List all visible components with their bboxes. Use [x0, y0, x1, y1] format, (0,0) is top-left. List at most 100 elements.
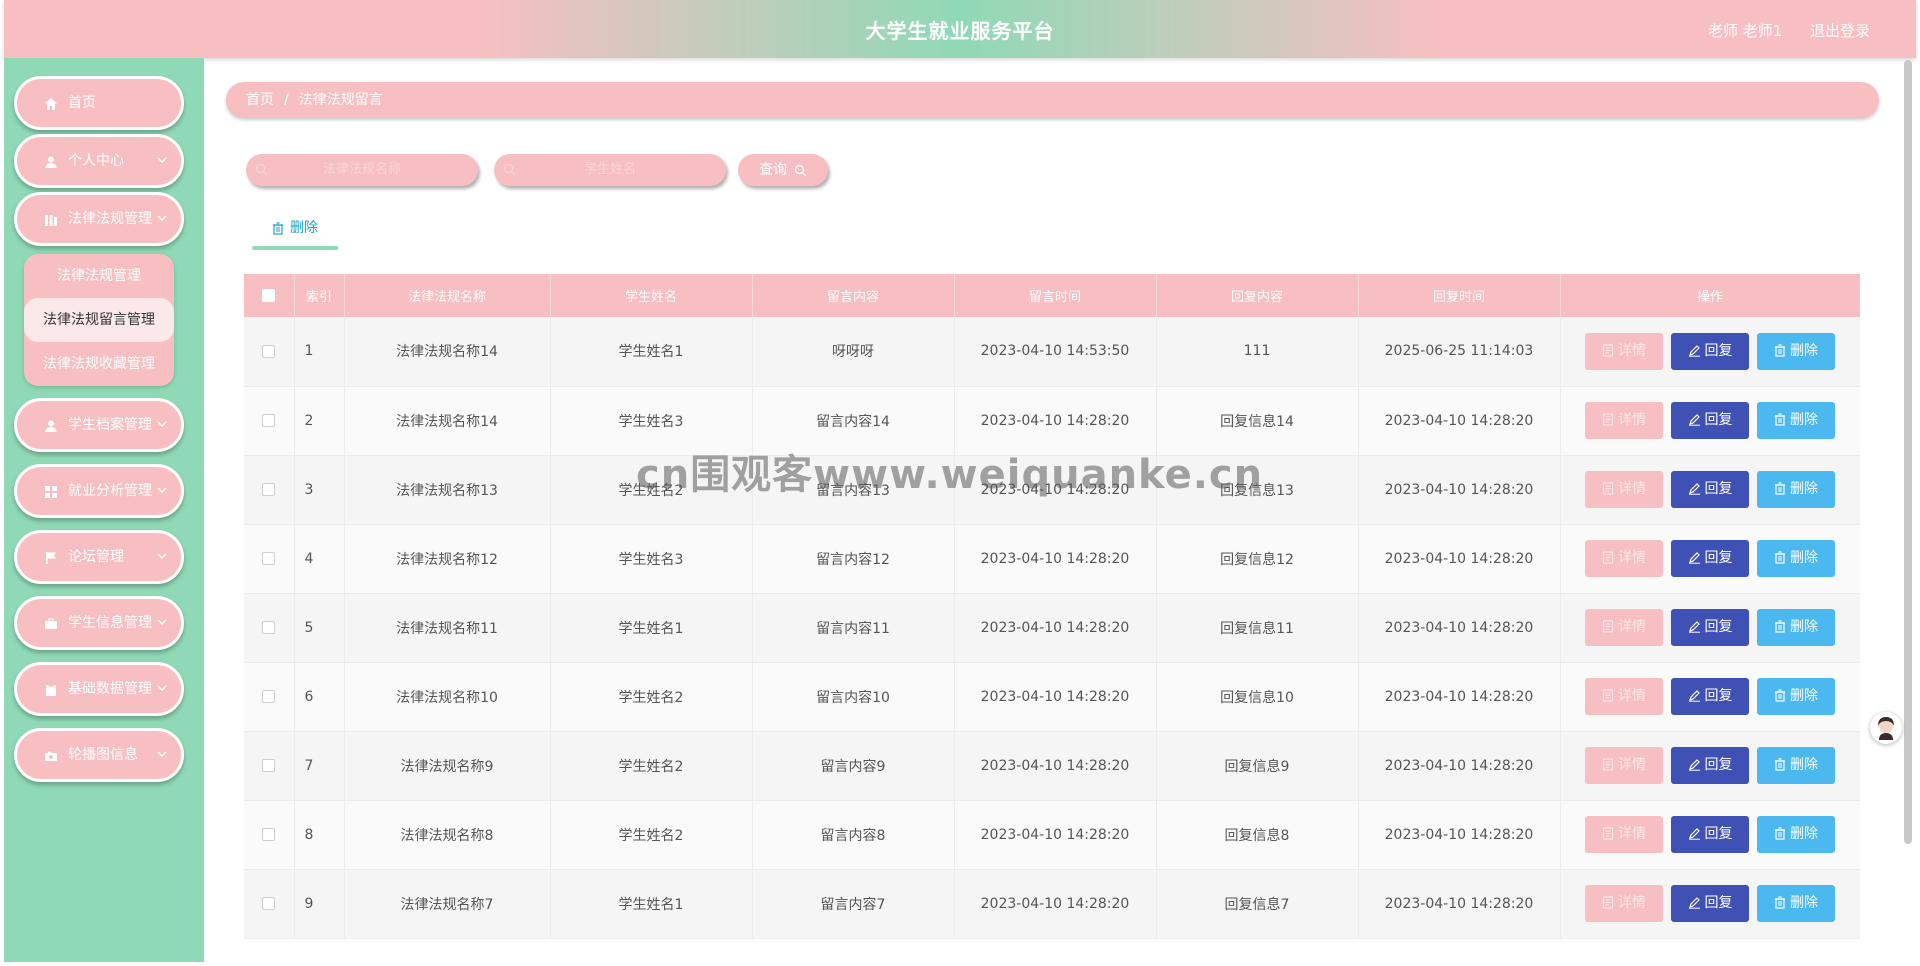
student-name-search-input[interactable]: 学生姓名 — [494, 154, 726, 186]
cell-reply-content: 回复信息8 — [1156, 800, 1359, 870]
sidebar-item-label: 论坛管理 — [68, 549, 124, 565]
sidebar-item-personal-center[interactable]: 个人中心 — [14, 134, 184, 188]
batch-delete-button[interactable]: 删除 — [252, 214, 338, 250]
row-checkbox[interactable] — [262, 344, 276, 358]
submenu-item-law-comments[interactable]: 法律法规留言管理 — [24, 298, 174, 342]
sidebar-item-base-data[interactable]: 基础数据管理 — [14, 662, 184, 716]
cell-comment-time: 2023-04-10 14:53:50 — [954, 317, 1157, 387]
detail-button[interactable]: 详情 — [1585, 540, 1663, 577]
cell-student-name: 学生姓名1 — [550, 869, 753, 939]
detail-button[interactable]: 详情 — [1585, 816, 1663, 853]
breadcrumb-home[interactable]: 首页 — [246, 92, 274, 108]
row-select-cell[interactable] — [244, 593, 295, 663]
row-checkbox[interactable] — [262, 552, 276, 565]
delete-button[interactable]: 删除 — [1757, 402, 1835, 439]
delete-button[interactable]: 删除 — [1757, 332, 1835, 370]
page-scrollbar[interactable] — [1904, 60, 1912, 844]
document-icon — [1602, 344, 1614, 357]
submenu-item-law-favorites[interactable]: 法律法规收藏管理 — [24, 342, 174, 386]
delete-button[interactable]: 删除 — [1757, 678, 1835, 715]
cell-reply-time: 2023-04-10 14:28:20 — [1358, 731, 1561, 801]
reply-button[interactable]: 回复 — [1671, 540, 1749, 577]
table-row: 4 法律法规名称12 学生姓名3 留言内容12 2023-04-10 14:28:20 回… — [244, 524, 1860, 594]
sidebar-item-student-archives[interactable]: 学生档案管理 — [14, 398, 184, 452]
cell-comment-content: 留言内容8 — [752, 800, 955, 870]
cell-reply-content: 回复信息7 — [1156, 869, 1359, 939]
detail-button[interactable]: 详情 — [1585, 471, 1663, 508]
submenu-item-law[interactable]: 法律法规管理 — [24, 254, 174, 298]
row-select-cell[interactable] — [244, 800, 295, 870]
row-checkbox[interactable] — [262, 414, 276, 427]
delete-button[interactable]: 删除 — [1757, 609, 1835, 646]
row-select-cell[interactable] — [244, 731, 295, 801]
delete-button[interactable]: 删除 — [1757, 471, 1835, 508]
select-all-checkbox[interactable] — [262, 289, 276, 302]
reply-button[interactable]: 回复 — [1671, 747, 1749, 784]
cell-law-name: 法律法规名称12 — [344, 524, 551, 594]
row-select-cell[interactable] — [244, 662, 295, 732]
detail-button[interactable]: 详情 — [1585, 747, 1663, 784]
select-all-cell[interactable] — [244, 274, 295, 317]
sidebar-item-carousel[interactable]: 轮播图信息 — [14, 728, 184, 782]
detail-label: 详情 — [1618, 826, 1646, 842]
cell-student-name: 学生姓名1 — [550, 317, 753, 387]
law-name-search-input[interactable]: 法律法规名称 — [246, 154, 478, 186]
delete-button[interactable]: 删除 — [1757, 747, 1835, 784]
detail-button[interactable]: 详情 — [1585, 885, 1663, 922]
detail-button[interactable]: 详情 — [1585, 609, 1663, 646]
top-header: 大学生就业服务平台 老师 老师1 退出登录 — [4, 0, 1916, 58]
row-checkbox[interactable] — [262, 897, 276, 910]
table-row: 3 法律法规名称13 学生姓名2 留言内容13 2023-04-10 14:28:20 回… — [244, 455, 1860, 525]
cell-student-name: 学生姓名2 — [550, 731, 753, 801]
cell-reply-content: 回复信息14 — [1156, 386, 1359, 456]
avatar[interactable] — [1870, 712, 1902, 744]
row-select-cell[interactable] — [244, 869, 295, 939]
reply-button[interactable]: 回复 — [1671, 678, 1749, 715]
reply-button[interactable]: 回复 — [1671, 609, 1749, 646]
reply-button[interactable]: 回复 — [1671, 332, 1749, 370]
home-icon — [45, 98, 57, 110]
detail-button[interactable]: 详情 — [1585, 678, 1663, 715]
sidebar-item-student-info[interactable]: 学生信息管理 — [14, 596, 184, 650]
row-checkbox[interactable] — [262, 483, 276, 496]
comments-table: 索引 法律法规名称 学生姓名 留言内容 留言时间 回复内容 回复时间 操作 1法… — [244, 274, 1860, 962]
detail-button[interactable]: 详情 — [1585, 402, 1663, 439]
row-select-cell[interactable] — [244, 317, 295, 387]
delete-label: 删除 — [1790, 757, 1818, 773]
sidebar-item-law-management[interactable]: 法律法规管理 — [14, 192, 184, 246]
reply-label: 回复 — [1704, 412, 1733, 428]
chevron-down-icon — [157, 487, 167, 494]
delete-button[interactable]: 删除 — [1757, 885, 1835, 922]
reply-button[interactable]: 回复 — [1671, 402, 1749, 439]
row-select-cell[interactable] — [244, 524, 295, 594]
sidebar-item-label: 就业分析管理 — [68, 483, 152, 499]
sidebar-item-home[interactable]: 首页 — [14, 76, 184, 130]
cell-index: 9 — [294, 869, 345, 939]
edit-icon — [1688, 897, 1700, 909]
row-checkbox[interactable] — [262, 828, 276, 841]
row-checkbox[interactable] — [262, 759, 276, 772]
query-button[interactable]: 查询 — [738, 154, 828, 186]
sidebar-item-forum[interactable]: 论坛管理 — [14, 530, 184, 584]
row-select-cell[interactable] — [244, 455, 295, 525]
trash-icon — [1775, 344, 1785, 357]
cell-comment-content: 留言内容13 — [752, 455, 955, 525]
reply-button[interactable]: 回复 — [1671, 471, 1749, 508]
row-checkbox[interactable] — [262, 690, 276, 703]
reply-button[interactable]: 回复 — [1671, 816, 1749, 853]
detail-button[interactable]: 详情 — [1585, 332, 1663, 370]
detail-label: 详情 — [1618, 688, 1646, 704]
row-checkbox[interactable] — [262, 621, 276, 634]
cell-index: 6 — [294, 662, 345, 732]
reply-button[interactable]: 回复 — [1671, 885, 1749, 922]
delete-button[interactable]: 删除 — [1757, 816, 1835, 853]
delete-button[interactable]: 删除 — [1757, 540, 1835, 577]
library-icon — [45, 215, 57, 226]
sidebar-item-employment-analysis[interactable]: 就业分析管理 — [14, 464, 184, 518]
cell-index: 7 — [294, 731, 345, 801]
cell-reply-time: 2023-04-10 14:28:20 — [1358, 455, 1561, 525]
row-select-cell[interactable] — [244, 386, 295, 456]
table-row: 9 法律法规名称7 学生姓名1 留言内容7 2023-04-10 14:28:20 回复信… — [244, 869, 1860, 939]
logout-link[interactable]: 退出登录 — [1810, 0, 1870, 62]
search-placeholder: 学生姓名 — [583, 162, 636, 177]
